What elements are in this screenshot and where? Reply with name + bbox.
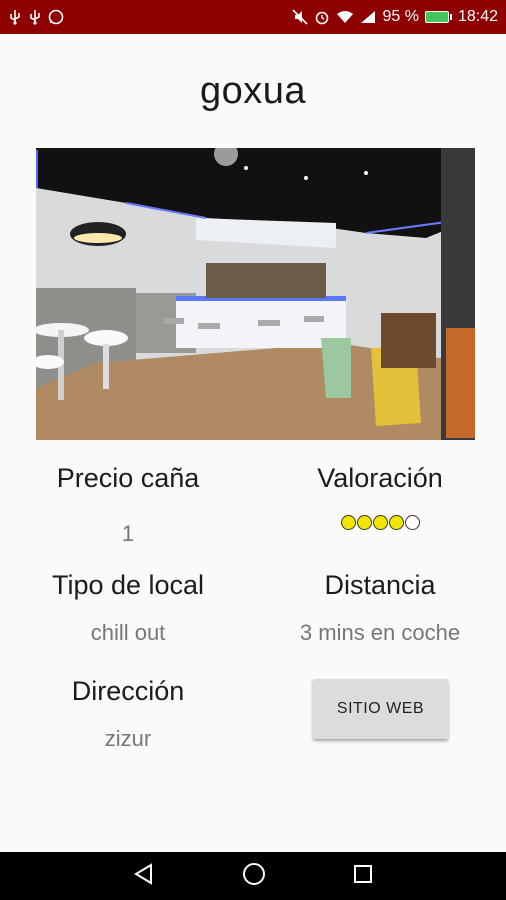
rating-star-filled: [340, 515, 356, 530]
battery-icon: [424, 11, 452, 23]
type-value: chill out: [90, 620, 166, 645]
signal-icon: [360, 10, 376, 24]
mute-icon: [292, 9, 309, 25]
rating-star-filled: [356, 515, 372, 530]
distance-label: Distancia: [324, 570, 436, 600]
price-label: Precio caña: [56, 463, 200, 493]
rating-star-filled: [388, 515, 404, 530]
page-title: goxua: [199, 70, 307, 112]
type-label: Tipo de local: [51, 570, 205, 600]
venue-photo: [36, 148, 475, 440]
recents-icon[interactable]: [352, 863, 374, 890]
home-icon[interactable]: [241, 861, 267, 892]
usb-icon: [28, 9, 42, 25]
status-right-icons: 95 % 18:42: [292, 8, 498, 26]
price-value: 1: [121, 521, 135, 546]
whatsapp-icon: [48, 9, 64, 25]
clock: 18:42: [457, 8, 498, 25]
status-bar: 95 % 18:42: [0, 0, 506, 34]
alarm-icon: [314, 9, 330, 25]
website-button[interactable]: SITIO WEB: [313, 679, 448, 739]
address-value: zizur: [104, 726, 152, 751]
distance-value: 3 mins en coche: [299, 620, 461, 645]
address-label: Dirección: [71, 676, 185, 706]
rating-label: Valoración: [317, 463, 443, 493]
usb-icon: [8, 9, 22, 25]
navigation-bar: [0, 852, 506, 900]
battery-percent: 95 %: [382, 8, 419, 25]
status-left-icons: [8, 9, 64, 25]
back-icon[interactable]: [132, 862, 156, 891]
rating-star-empty: [404, 515, 420, 530]
rating-star-filled: [372, 515, 388, 530]
rating-stars: [280, 515, 480, 530]
wifi-icon: [336, 10, 354, 24]
